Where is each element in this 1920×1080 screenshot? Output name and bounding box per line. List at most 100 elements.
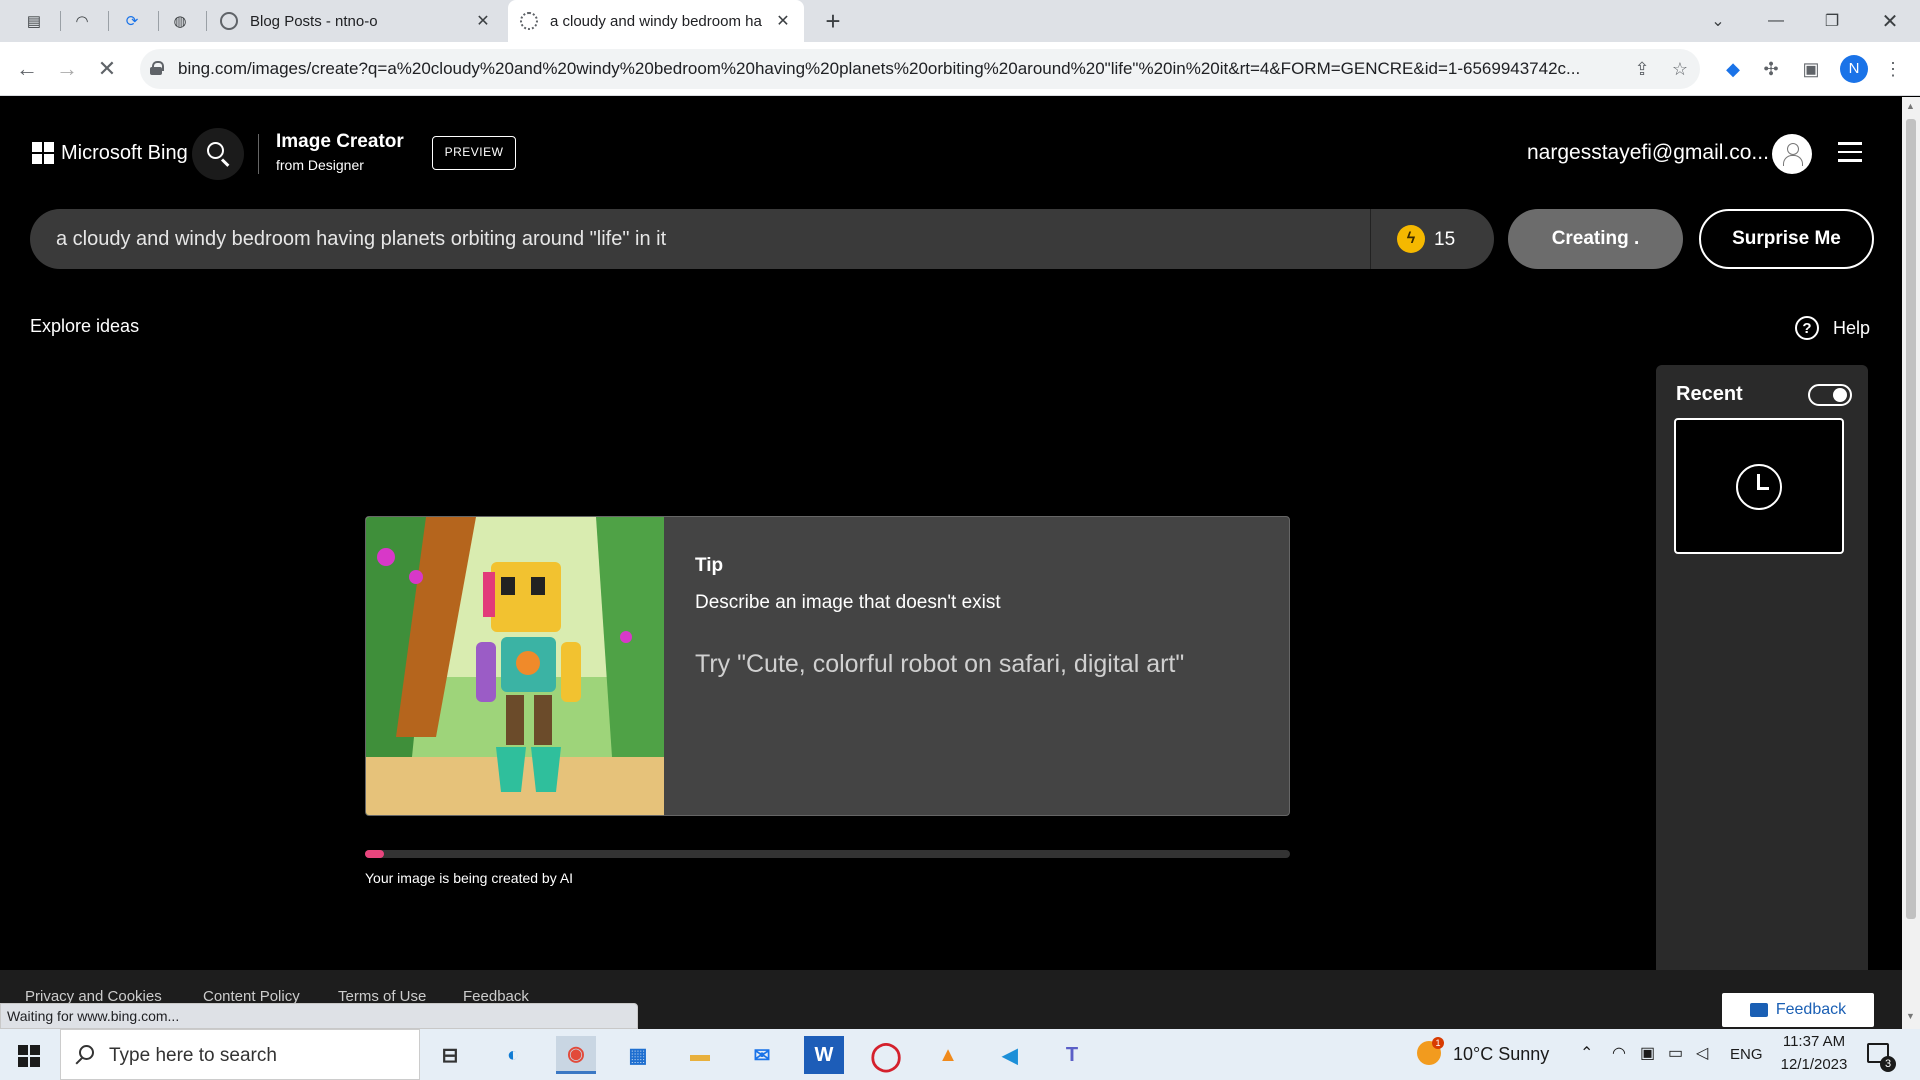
file-explorer-icon[interactable]: ▬ <box>680 1036 720 1074</box>
search-icon-handle <box>220 158 230 167</box>
microsoft-logo-icon[interactable] <box>32 142 54 164</box>
close-tab-icon[interactable]: ✕ <box>474 11 492 31</box>
help-icon[interactable]: ? <box>1795 316 1819 340</box>
tab-title: Blog Posts - ntno-o <box>250 12 378 30</box>
feedback-button[interactable]: Feedback <box>1722 993 1874 1027</box>
pinned-tab-divider <box>60 11 61 31</box>
tip-suggestion: Try "Cute, colorful robot on safari, dig… <box>695 650 1185 678</box>
recent-panel: Recent <box>1656 365 1868 970</box>
volume-icon[interactable]: ◁ <box>1696 1043 1708 1063</box>
scroll-up-icon[interactable]: ▲ <box>1906 101 1915 111</box>
recent-title: Recent <box>1676 383 1743 405</box>
globe-icon <box>220 12 238 30</box>
restore-icon[interactable]: ❐ <box>1812 4 1852 38</box>
pinned-tab-divider <box>108 11 109 31</box>
weather-text[interactable]: 10°C Sunny <box>1453 1044 1549 1065</box>
language-indicator[interactable]: ENG <box>1730 1046 1763 1063</box>
close-tab-icon[interactable]: ✕ <box>774 11 792 31</box>
tip-heading: Describe an image that doesn't exist <box>695 592 1001 613</box>
recent-toggle[interactable] <box>1808 384 1852 406</box>
account-email[interactable]: nargesstayefi@gmail.co... <box>1527 141 1769 165</box>
browser-tab-strip: ▤ ◠ ⟳ ◍ Blog Posts - ntno-o ✕ a cloudy a… <box>0 0 1920 42</box>
pinned-tab-3-icon[interactable]: ⟳ <box>120 9 144 33</box>
edge-browser-icon[interactable]: ◐ <box>493 1036 533 1074</box>
tab-title: a cloudy and windy bedroom ha <box>550 12 762 30</box>
weather-alert-badge: 1 <box>1432 1037 1444 1049</box>
lock-icon[interactable] <box>150 61 164 75</box>
side-panel-icon[interactable]: ▣ <box>1798 56 1824 82</box>
address-bar[interactable]: bing.com/images/create?q=a%20cloudy%20an… <box>140 49 1700 89</box>
taskbar-date[interactable]: 12/1/2023 <box>1774 1056 1854 1073</box>
microsoft-store-icon[interactable]: ▦ <box>618 1036 658 1074</box>
loading-spinner-icon <box>520 12 538 30</box>
preview-badge: PREVIEW <box>432 136 516 170</box>
user-avatar-icon[interactable] <box>1772 134 1812 174</box>
browser-toolbar: ← → ✕ bing.com/images/create?q=a%20cloud… <box>0 42 1920 96</box>
show-hidden-icons-chevron-icon[interactable]: ⌃ <box>1580 1043 1593 1063</box>
teams-icon[interactable]: T <box>1052 1036 1092 1074</box>
product-title[interactable]: Image Creator <box>276 131 404 153</box>
stop-loading-icon[interactable]: ✕ <box>92 54 122 84</box>
windows-start-icon[interactable] <box>18 1045 40 1067</box>
pinned-tab-1-icon[interactable]: ▤ <box>22 9 46 33</box>
clock-icon <box>1736 464 1782 510</box>
bookmark-star-icon[interactable]: ☆ <box>1668 57 1692 81</box>
pinned-tab-divider <box>206 11 207 31</box>
share-icon[interactable]: ⇪ <box>1630 57 1654 81</box>
brand-name[interactable]: Microsoft Bing <box>61 142 188 165</box>
new-tab-button[interactable]: + <box>818 6 848 36</box>
prompt-divider <box>1370 209 1371 269</box>
minimize-icon[interactable]: — <box>1756 4 1796 38</box>
recent-creation-card[interactable] <box>1674 418 1844 554</box>
profile-avatar[interactable]: N <box>1840 55 1868 83</box>
forward-arrow-icon[interactable]: → <box>52 54 82 84</box>
tab-blog-posts[interactable]: Blog Posts - ntno-o ✕ <box>208 0 504 42</box>
security-icon[interactable]: ▣ <box>1640 1043 1655 1063</box>
windows-taskbar: Type here to search ⊟ ◐ ◉ ▦ ▬ ✉ W ◯ ▲ ◀ … <box>0 1029 1920 1080</box>
opera-browser-icon[interactable]: ◯ <box>866 1036 906 1074</box>
create-button[interactable]: Creating . <box>1508 209 1683 269</box>
hamburger-menu-icon[interactable] <box>1838 142 1862 162</box>
progress-fill <box>365 850 384 858</box>
tab-image-creator[interactable]: a cloudy and windy bedroom ha ✕ <box>508 0 804 42</box>
progress-bar <box>365 850 1290 858</box>
more-menu-icon[interactable]: ⋮ <box>1880 56 1906 82</box>
prompt-input-box[interactable]: a cloudy and windy bedroom having planet… <box>30 209 1494 269</box>
task-view-icon[interactable]: ⊟ <box>430 1036 470 1074</box>
url-text[interactable]: bing.com/images/create?q=a%20cloudy%20an… <box>178 59 1598 79</box>
surprise-me-button[interactable]: Surprise Me <box>1699 209 1874 269</box>
taskbar-search-box[interactable]: Type here to search <box>60 1029 420 1080</box>
tip-card: Tip Describe an image that doesn't exist… <box>365 516 1290 816</box>
prompt-input[interactable]: a cloudy and windy bedroom having planet… <box>56 228 666 251</box>
robot-safari-image <box>366 517 664 815</box>
word-icon[interactable]: W <box>804 1036 844 1074</box>
pinned-tab-divider <box>158 11 159 31</box>
page-scrollbar[interactable]: ▲ ▼ <box>1902 97 1920 1029</box>
boost-lightning-icon[interactable]: ϟ <box>1397 225 1425 253</box>
feedback-label: Feedback <box>1775 1001 1847 1018</box>
explore-ideas-link[interactable]: Explore ideas <box>30 316 139 337</box>
progress-text: Your image is being created by AI <box>365 870 574 886</box>
vscode-icon[interactable]: ◀ <box>990 1036 1030 1074</box>
chat-bubble-icon <box>1749 1003 1768 1017</box>
pinned-tab-2-icon[interactable]: ◠ <box>70 9 94 33</box>
puzzle-extensions-icon[interactable]: ✣ <box>1758 56 1784 82</box>
extension-icon[interactable]: ◆ <box>1720 56 1746 82</box>
battery-icon[interactable]: ▭ <box>1668 1043 1683 1063</box>
taskbar-time[interactable]: 11:37 AM <box>1780 1033 1848 1050</box>
scrollbar-thumb[interactable] <box>1906 119 1916 919</box>
mail-icon[interactable]: ✉ <box>742 1036 782 1074</box>
help-link[interactable]: Help <box>1833 318 1870 339</box>
notification-count: 3 <box>1880 1056 1896 1072</box>
scroll-down-icon[interactable]: ▼ <box>1906 1011 1915 1021</box>
taskbar-search-placeholder[interactable]: Type here to search <box>109 1045 277 1067</box>
pinned-tab-4-icon[interactable]: ◍ <box>168 9 192 33</box>
close-window-icon[interactable]: ✕ <box>1870 4 1910 38</box>
chrome-browser-icon[interactable]: ◉ <box>556 1036 596 1074</box>
network-wifi-icon[interactable]: ◠ <box>1612 1043 1626 1063</box>
search-button[interactable] <box>192 128 244 180</box>
back-arrow-icon[interactable]: ← <box>12 54 42 84</box>
search-icon <box>207 142 224 159</box>
tab-search-icon[interactable]: ⌄ <box>1698 4 1738 38</box>
vlc-player-icon[interactable]: ▲ <box>928 1036 968 1074</box>
